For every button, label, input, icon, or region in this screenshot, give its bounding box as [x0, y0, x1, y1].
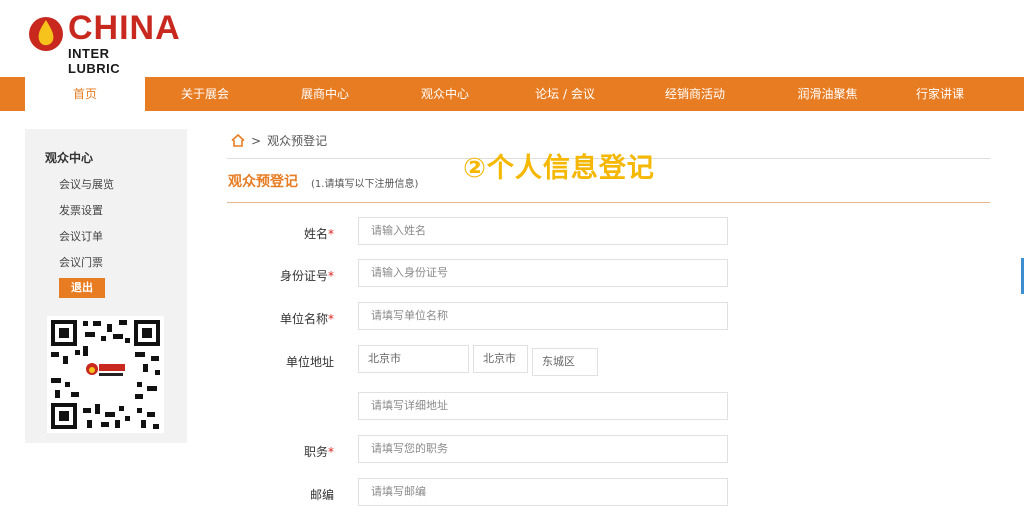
position-input[interactable]: 请填写您的职务 — [358, 435, 728, 463]
nav-item-visitor[interactable]: 观众中心 — [385, 77, 505, 111]
breadcrumb-current: 观众预登记 — [267, 134, 328, 148]
id-number-label: 身份证号* — [279, 269, 334, 283]
province-select[interactable]: 北京市 — [358, 345, 469, 373]
site-logo[interactable]: CHINA INTER LUBRIC — [24, 8, 180, 76]
company-input[interactable]: 请填写单位名称 — [358, 302, 728, 330]
main-nav: 首页 关于展会 展商中心 观众中心 论坛 / 会议 经销商活动 润滑油聚焦 行家… — [0, 77, 1024, 111]
nav-item-expert-lecture[interactable]: 行家讲课 — [890, 77, 990, 111]
postcode-label: 邮编 — [309, 488, 334, 502]
nav-item-lubricant-focus[interactable]: 润滑油聚焦 — [765, 77, 890, 111]
breadcrumb-separator: > — [251, 133, 262, 148]
oil-drop-icon — [29, 17, 63, 51]
section-title: 观众预登记 — [228, 174, 298, 190]
nav-item-exhibitor[interactable]: 展商中心 — [265, 77, 385, 111]
logo-main-text: CHINA — [68, 9, 181, 47]
sidebar-item-orders[interactable]: 会议订单 — [59, 228, 103, 244]
step-overlay-title: ②个人信息登记 — [463, 153, 655, 184]
district-select[interactable]: 东城区 — [532, 348, 598, 376]
city-select[interactable]: 北京市 — [473, 345, 528, 373]
sidebar-item-invoice[interactable]: 发票设置 — [59, 202, 103, 218]
nav-item-dealer[interactable]: 经销商活动 — [625, 77, 765, 111]
position-label: 职务* — [303, 445, 334, 459]
nav-item-about[interactable]: 关于展会 — [145, 77, 265, 111]
id-number-input[interactable]: 请输入身份证号 — [358, 259, 728, 287]
name-input[interactable]: 请输入姓名 — [358, 217, 728, 245]
nav-item-home[interactable]: 首页 — [25, 77, 145, 111]
breadcrumb: > 观众预登记 — [231, 132, 327, 149]
sidebar-title: 观众中心 — [45, 151, 94, 165]
section-divider — [227, 202, 990, 203]
address-detail-input[interactable]: 请填写详细地址 — [358, 392, 728, 420]
postcode-input[interactable]: 请填写邮编 — [358, 478, 728, 506]
logo-sub-text: INTER LUBRIC — [68, 46, 121, 76]
sidebar-item-tickets[interactable]: 会议门票 — [59, 254, 103, 270]
sidebar: 观众中心 会议与展览 发票设置 会议订单 会议门票 退出 — [25, 129, 187, 443]
name-label: 姓名* — [303, 227, 334, 241]
home-icon[interactable] — [231, 134, 245, 147]
sidebar-item-meetings[interactable]: 会议与展览 — [59, 176, 114, 192]
nav-item-forum[interactable]: 论坛 / 会议 — [505, 77, 625, 111]
address-label: 单位地址 — [285, 355, 334, 369]
qr-code — [47, 316, 164, 433]
logout-button[interactable]: 退出 — [59, 278, 105, 298]
company-label: 单位名称* — [279, 312, 334, 326]
section-note: (1.请填写以下注册信息) — [311, 179, 419, 190]
